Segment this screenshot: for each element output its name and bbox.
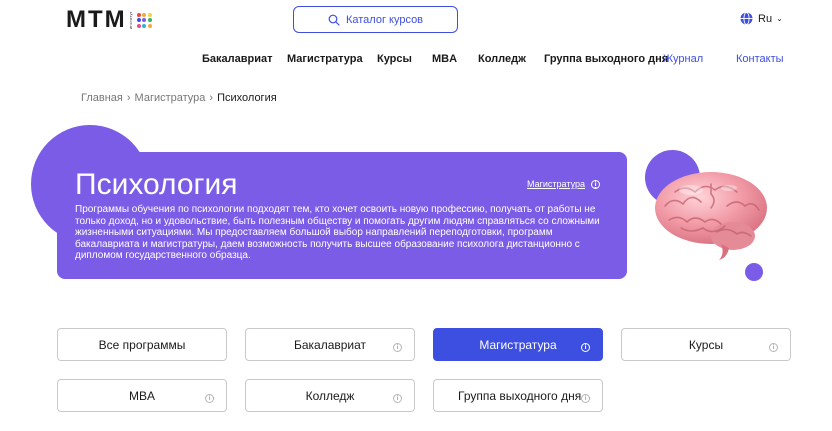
info-icon[interactable]: i <box>769 342 778 352</box>
info-icon-wrap: i <box>205 389 214 403</box>
nav-item-contacts[interactable]: Контакты <box>736 53 784 65</box>
catalog-search-label: Каталог курсов <box>345 13 424 26</box>
catalog-search-button[interactable]: Каталог курсов <box>293 6 458 33</box>
language-selector[interactable]: Ru ⌄ <box>740 12 783 25</box>
hero-category-label: Магистратура <box>527 179 585 189</box>
filter-courses[interactable]: Курсы i <box>621 328 791 361</box>
nav-item-journal[interactable]: Журнал <box>663 53 703 65</box>
filter-all-programs[interactable]: Все программы <box>57 328 227 361</box>
breadcrumb-separator: › <box>126 92 131 104</box>
logo-text: MTM <box>66 6 127 33</box>
decor-circle-small <box>745 263 763 281</box>
filter-label: Курсы <box>688 337 724 352</box>
filter-weekend-group[interactable]: Группа выходного дня i <box>433 379 603 412</box>
info-icon[interactable]: i <box>581 342 590 352</box>
info-icon[interactable]: i <box>581 393 590 403</box>
chevron-down-icon: ⌄ <box>776 14 783 23</box>
filter-college[interactable]: Колледж i <box>245 379 415 412</box>
nav-item-college[interactable]: Колледж <box>478 53 526 65</box>
language-label: Ru <box>758 12 773 25</box>
main-nav: Бакалавриат Магистратура Курсы MBA Колле… <box>0 53 832 67</box>
nav-item-weekend-group[interactable]: Группа выходного дня <box>544 53 668 65</box>
hero-banner: Психология Магистратура i Программы обуч… <box>57 152 627 279</box>
nav-item-courses[interactable]: Курсы <box>377 53 412 65</box>
info-icon-wrap: i <box>581 389 590 403</box>
filter-master[interactable]: Магистратура i <box>433 328 603 361</box>
filter-label: Колледж <box>305 388 355 403</box>
breadcrumb-separator: › <box>209 92 214 104</box>
logo[interactable]: MTM институт <box>66 6 152 33</box>
nav-item-mba[interactable]: MBA <box>432 53 457 65</box>
breadcrumb-current: Психология <box>217 92 277 104</box>
breadcrumb: Главная › Магистратура › Психология <box>81 92 277 104</box>
search-icon <box>328 14 340 26</box>
logo-dot <box>147 12 152 17</box>
filter-label: Группа выходного дня <box>458 388 582 403</box>
filter-mba[interactable]: MBA i <box>57 379 227 412</box>
logo-dot <box>142 12 147 17</box>
info-icon[interactable]: i <box>590 179 600 189</box>
logo-dot <box>142 23 147 28</box>
info-icon-wrap: i <box>393 338 402 352</box>
logo-dot <box>142 18 147 22</box>
info-icon-wrap: i <box>769 338 778 352</box>
hero-description: Программы обучения по психологии подходя… <box>75 204 600 262</box>
logo-dot <box>136 12 141 17</box>
logo-dot <box>147 23 152 28</box>
nav-item-master[interactable]: Магистратура <box>287 53 363 65</box>
filter-label: Все программы <box>98 337 186 352</box>
breadcrumb-home[interactable]: Главная <box>81 92 123 104</box>
nav-item-bachelor[interactable]: Бакалавриат <box>202 53 273 65</box>
info-icon[interactable]: i <box>393 393 402 403</box>
info-icon-wrap: i <box>393 389 402 403</box>
logo-dots-icon <box>136 12 152 28</box>
logo-dot <box>147 18 152 22</box>
filter-label: Магистратура <box>479 337 557 352</box>
logo-dot <box>136 23 141 28</box>
info-icon[interactable]: i <box>393 342 402 352</box>
page-title: Психология <box>75 168 238 201</box>
globe-icon <box>740 12 753 25</box>
info-icon[interactable]: i <box>205 393 214 403</box>
filter-label: Бакалавриат <box>293 337 367 352</box>
filter-label: MBA <box>128 388 155 403</box>
hero-category-link[interactable]: Магистратура i <box>527 179 600 189</box>
info-icon-wrap: i <box>581 338 590 352</box>
filter-bachelor[interactable]: Бакалавриат i <box>245 328 415 361</box>
logo-subtitle: институт <box>127 11 133 29</box>
brain-icon <box>655 172 767 260</box>
breadcrumb-parent[interactable]: Магистратура <box>135 92 206 104</box>
logo-dot <box>136 18 141 22</box>
